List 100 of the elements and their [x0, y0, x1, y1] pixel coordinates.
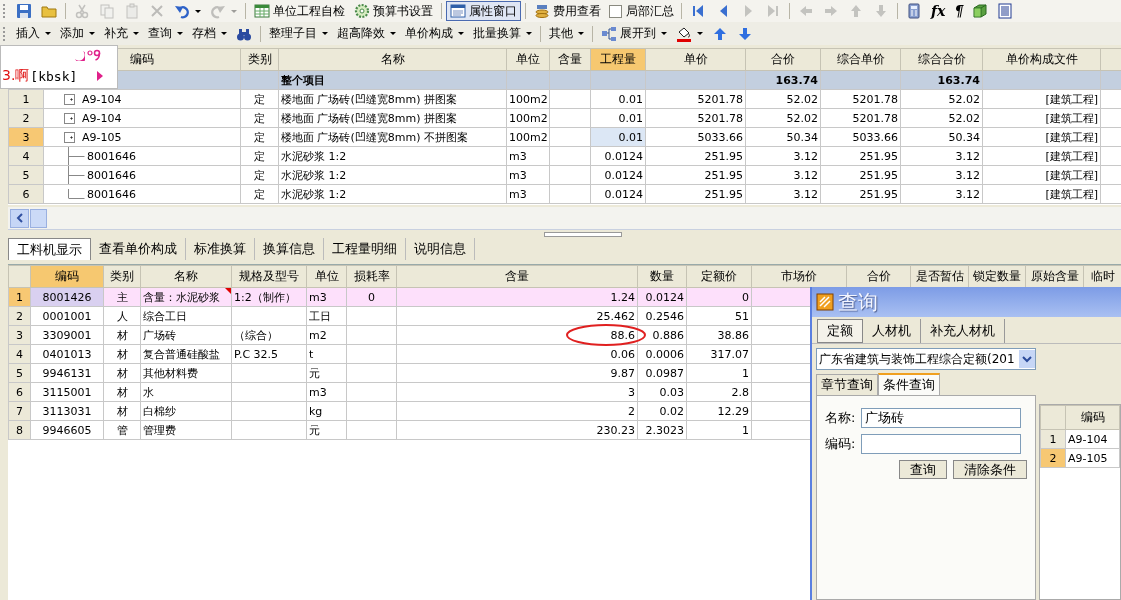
toolbar-button[interactable]: 属性窗口 — [446, 1, 521, 21]
column-header[interactable]: 规格及型号 — [231, 265, 307, 288]
tab[interactable]: 人材机 — [863, 319, 921, 343]
column-header[interactable]: 损耗率 — [346, 265, 397, 288]
tab[interactable]: 工程量明细 — [324, 238, 406, 260]
column-header[interactable]: 编码 — [1065, 405, 1120, 430]
next-page-icon[interactable] — [96, 70, 105, 82]
tab[interactable]: 工料机显示 — [8, 238, 91, 260]
tab[interactable]: 换算信息 — [255, 238, 324, 260]
table-cell: 52.02 — [745, 108, 821, 128]
column-header[interactable]: 数量 — [637, 265, 687, 288]
column-header[interactable]: 名称 — [140, 265, 232, 288]
table-cell: 5201.78 — [820, 108, 901, 128]
candidate-text[interactable]: 3.啊 — [2, 67, 30, 85]
table-cell: 材 — [103, 325, 141, 345]
column-header[interactable]: 工程量 — [590, 48, 646, 71]
menu-button[interactable]: 其他 — [545, 23, 588, 44]
dialog-button[interactable]: 查询 — [899, 460, 947, 479]
column-header[interactable]: 单位 — [506, 48, 550, 71]
column-header[interactable]: 名称 — [278, 48, 507, 71]
tab[interactable]: 说明信息 — [406, 238, 475, 260]
column-header[interactable]: 单价 — [645, 48, 746, 71]
table-cell: 0.0124 — [590, 146, 646, 166]
table-cell: 0.0124 — [590, 165, 646, 185]
tab[interactable]: 定额 — [817, 319, 863, 343]
toolbar-button[interactable]: fx — [927, 1, 950, 21]
column-header[interactable]: 编码 — [30, 265, 104, 288]
punctuation-icon — [87, 49, 103, 61]
dialog-button[interactable]: 清除条件 — [953, 460, 1027, 479]
column-header[interactable]: 综合合价 — [900, 48, 983, 71]
column-header[interactable]: 合价 — [745, 48, 821, 71]
undo-icon — [174, 3, 190, 19]
splitter-handle[interactable] — [543, 231, 622, 237]
column-header[interactable]: 临时 — [1083, 265, 1121, 288]
column-header[interactable]: 单位 — [306, 265, 347, 288]
menu-button[interactable]: 整理子目 — [265, 23, 332, 44]
column-header[interactable]: 单价构成文件 — [982, 48, 1101, 71]
toolbar-button[interactable]: 预算书设置 — [350, 1, 437, 21]
column-header[interactable]: 定额价 — [686, 265, 752, 288]
table-cell: 综合工日 — [140, 306, 232, 326]
scroll-left-button[interactable] — [10, 208, 29, 228]
menu-button[interactable]: 补充 — [100, 23, 143, 44]
column-header[interactable]: 合价 — [846, 265, 911, 288]
column-header[interactable]: 含量 — [396, 265, 638, 288]
expand-icon[interactable] — [64, 131, 75, 143]
toolbar-button[interactable]: 单位工程自检 — [250, 1, 349, 21]
table-cell: 38.86 — [686, 325, 752, 345]
column-header[interactable]: 类别 — [240, 48, 279, 71]
table-cell: m2 — [306, 325, 347, 345]
column-header[interactable]: 含量 — [549, 48, 591, 71]
dropdown-button[interactable] — [1019, 350, 1035, 368]
horizontal-scrollbar[interactable] — [8, 207, 1121, 230]
table-cell: 水 — [140, 382, 232, 402]
table-cell: 定 — [240, 89, 279, 109]
tab[interactable]: 条件查询 — [878, 373, 940, 395]
header-corner — [8, 265, 31, 288]
menu-button[interactable]: 插入 — [12, 23, 55, 44]
spreadsheet-icon — [254, 3, 270, 19]
tab[interactable]: 标准换算 — [186, 238, 255, 260]
clipboard-icon — [124, 3, 140, 19]
up-arrow-icon — [712, 25, 728, 42]
tree-line — [68, 189, 85, 200]
table-cell: 3.12 — [900, 184, 983, 204]
field-label: 名称: — [825, 409, 857, 427]
tab[interactable]: 补充人材机 — [921, 319, 1005, 343]
field-label: 编码: — [825, 435, 857, 453]
menu-button[interactable]: 添加 — [56, 23, 99, 44]
tree-line — [68, 166, 85, 184]
column-header[interactable]: 是否暂估 — [910, 265, 969, 288]
table-cell: 52.02 — [900, 108, 983, 128]
expand-icon[interactable] — [64, 112, 75, 124]
column-header[interactable]: 锁定数量 — [968, 265, 1026, 288]
summary-checkbox[interactable]: 局部汇总 — [606, 2, 677, 20]
menu-button[interactable]: 单价构成 — [401, 23, 468, 44]
table-cell: 元 — [306, 420, 347, 440]
toolbar-button[interactable]: 展开到 — [597, 23, 671, 44]
toolbar-button[interactable]: 费用查看 — [530, 1, 605, 21]
tree-icon — [601, 25, 617, 42]
column-header[interactable]: 市场价 — [751, 265, 847, 288]
input-field[interactable] — [861, 434, 1021, 454]
library-dropdown[interactable]: 广东省建筑与装饰工程综合定额(201 — [816, 348, 1036, 370]
table-cell: 2.8 — [686, 382, 752, 402]
checkbox[interactable] — [609, 4, 622, 18]
expand-icon[interactable] — [64, 93, 75, 105]
menu-button[interactable]: 超高降效 — [333, 23, 400, 44]
table-cell: [建筑工程] — [982, 184, 1101, 204]
folder-icon — [41, 3, 57, 19]
tab[interactable]: 查看单价构成 — [91, 238, 186, 260]
toolbar-button[interactable]: ¶ — [950, 1, 968, 21]
scroll-thumb[interactable] — [30, 208, 47, 228]
menu-button[interactable]: 查询 — [144, 23, 187, 44]
menu-button[interactable]: 存档 — [188, 23, 231, 44]
column-header[interactable]: 原始含量 — [1025, 265, 1084, 288]
column-header[interactable]: 综合单价 — [820, 48, 901, 71]
menu-button[interactable]: 批量换算 — [469, 23, 536, 44]
input-field[interactable]: 广场砖 — [861, 408, 1021, 428]
gear-icon — [354, 3, 370, 19]
tab[interactable]: 章节查询 — [816, 374, 878, 395]
column-header[interactable]: 类别 — [103, 265, 141, 288]
caret-icon — [89, 32, 95, 35]
